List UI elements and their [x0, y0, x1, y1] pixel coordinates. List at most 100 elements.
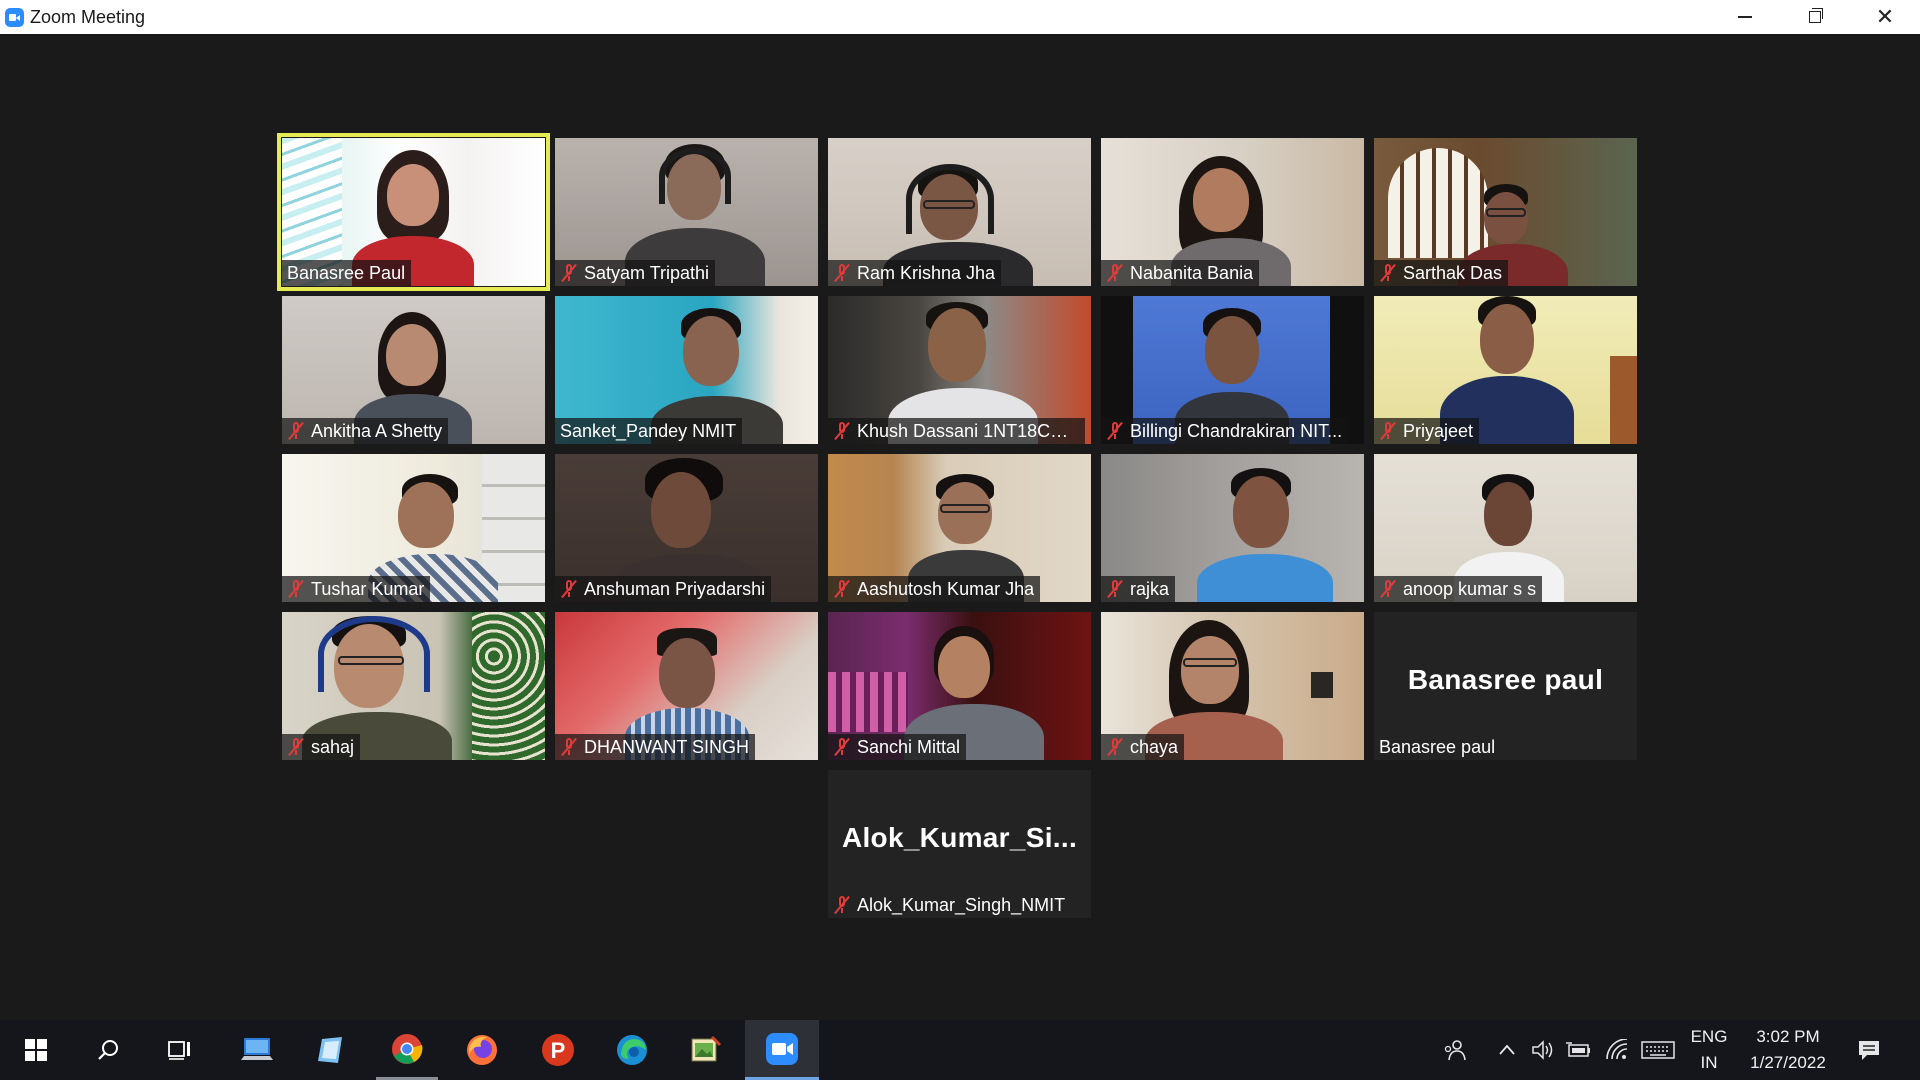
participant-tile[interactable]: Nabanita Bania	[1101, 138, 1364, 286]
participant-name-tag: chaya	[1101, 734, 1185, 760]
participant-tile[interactable]: Khush Dassani 1NT18CS0...	[828, 296, 1091, 444]
gallery-view: Banasree Paul Satyam Tripathi Ram Krishn…	[0, 34, 1920, 1020]
participant-name: Ankitha A Shetty	[311, 420, 443, 441]
language-indicator[interactable]: ENG IN	[1684, 1024, 1734, 1076]
participant-name: Priyajeet	[1403, 420, 1474, 441]
participant-name: DHANWANT SINGH	[584, 736, 750, 757]
participant-name-tag: sahaj	[282, 734, 361, 760]
participant-tile[interactable]: Satyam Tripathi	[555, 138, 818, 286]
this-pc-icon	[241, 1038, 273, 1060]
people-icon	[1444, 1040, 1466, 1061]
participant-name-tag: Sarthak Das	[1374, 260, 1509, 286]
participant-name: Ram Krishna Jha	[857, 262, 996, 283]
participant-name: Banasree paul	[1379, 736, 1496, 757]
mic-muted-icon	[287, 579, 305, 599]
mic-muted-icon	[1106, 737, 1124, 757]
mic-muted-icon	[833, 579, 851, 599]
psiphon-icon: P	[542, 1034, 574, 1066]
participant-tile[interactable]: Banasree paul Banasree paul	[1374, 612, 1637, 760]
svg-text:P: P	[551, 1038, 566, 1063]
touch-keyboard-button[interactable]	[1640, 1038, 1676, 1062]
mic-muted-icon	[1379, 263, 1397, 283]
mic-muted-icon	[560, 579, 578, 599]
close-icon: ✕	[1875, 4, 1895, 29]
participant-name-tag: Priyajeet	[1374, 418, 1480, 444]
participant-tile[interactable]: DHANWANT SINGH	[555, 612, 818, 760]
participant-name: Alok_Kumar_Singh_NMIT	[857, 894, 1066, 915]
participant-tile[interactable]: Sanket_Pandey NMIT	[555, 296, 818, 444]
taskbar-app-notes[interactable]	[300, 1020, 362, 1080]
participant-name: Billingi Chandrakiran NIT...	[1130, 420, 1343, 441]
participant-name: Satyam Tripathi	[584, 262, 710, 283]
show-hidden-icons-button[interactable]	[1494, 1038, 1520, 1062]
minimize-icon	[1738, 16, 1752, 18]
volume-button[interactable]	[1528, 1038, 1558, 1062]
mic-muted-icon	[1379, 579, 1397, 599]
taskbar-app-zoom[interactable]	[745, 1020, 819, 1080]
restore-button[interactable]	[1780, 0, 1850, 34]
chevron-up-icon	[1499, 1044, 1515, 1055]
participant-tile[interactable]: Aashutosh Kumar Jha	[828, 454, 1091, 602]
taskbar: P ENG IN 3:02 PM 1/27/2022	[0, 1020, 1920, 1080]
search-button[interactable]	[77, 1020, 139, 1080]
participant-name-tag: Sanket_Pandey NMIT	[555, 418, 743, 444]
clock[interactable]: 3:02 PM 1/27/2022	[1738, 1024, 1838, 1076]
participant-name-tag: Billingi Chandrakiran NIT...	[1101, 418, 1349, 444]
participant-tile[interactable]: Tushar Kumar	[282, 454, 545, 602]
clock-date: 1/27/2022	[1750, 1053, 1826, 1072]
action-center-button[interactable]	[1854, 1038, 1884, 1062]
participant-name: Banasree Paul	[287, 262, 406, 283]
participant-name-tag: Sanchi Mittal	[828, 734, 967, 760]
participant-display-name: Alok_Kumar_Si...	[841, 822, 1078, 853]
restore-icon	[1809, 8, 1823, 23]
people-button[interactable]	[1440, 1038, 1470, 1062]
mic-muted-icon	[833, 895, 851, 915]
mic-muted-icon	[287, 737, 305, 757]
mic-muted-icon	[1106, 421, 1124, 441]
participant-name-tag: Banasree Paul	[282, 260, 412, 286]
minimize-button[interactable]	[1710, 0, 1780, 34]
taskbar-app-chrome[interactable]	[376, 1020, 438, 1080]
taskbar-app-psiphon[interactable]: P	[527, 1020, 589, 1080]
close-button[interactable]: ✕	[1850, 0, 1920, 34]
participant-tile[interactable]: Alok_Kumar_Si... Alok_Kumar_Singh_NMIT	[828, 770, 1091, 918]
mic-muted-icon	[1106, 263, 1124, 283]
task-view-button[interactable]	[149, 1020, 211, 1080]
mic-muted-icon	[560, 263, 578, 283]
participant-name: sahaj	[311, 736, 355, 757]
start-button[interactable]	[5, 1020, 67, 1080]
participant-name-tag: Satyam Tripathi	[555, 260, 716, 286]
participant-tile[interactable]: chaya	[1101, 612, 1364, 760]
participant-tile[interactable]: Billingi Chandrakiran NIT...	[1101, 296, 1364, 444]
search-icon	[98, 1040, 118, 1060]
edge-icon	[617, 1035, 647, 1065]
participant-tile[interactable]: Sanchi Mittal	[828, 612, 1091, 760]
start-windows-icon	[25, 1039, 47, 1061]
battery-button[interactable]	[1564, 1038, 1594, 1062]
participant-tile[interactable]: Priyajeet	[1374, 296, 1637, 444]
participant-tile[interactable]: Banasree Paul	[277, 133, 550, 291]
title-bar: Zoom Meeting ✕	[0, 0, 1920, 34]
mic-muted-icon	[833, 737, 851, 757]
participant-name-tag: Banasree paul	[1374, 734, 1501, 760]
network-button[interactable]	[1602, 1038, 1632, 1062]
participant-tile[interactable]: Sarthak Das	[1374, 138, 1637, 286]
participant-tile[interactable]: Ram Krishna Jha	[828, 138, 1091, 286]
participant-name: Khush Dassani 1NT18CS0...	[857, 420, 1079, 441]
participant-name-tag: DHANWANT SINGH	[555, 734, 756, 760]
volume-icon	[1532, 1040, 1553, 1060]
taskbar-app-this-pc[interactable]	[226, 1020, 288, 1080]
participant-tile[interactable]: anoop kumar s s	[1374, 454, 1637, 602]
taskbar-app-image-viewer[interactable]	[675, 1020, 737, 1080]
participant-tile[interactable]: Ankitha A Shetty	[282, 296, 545, 444]
participant-tile[interactable]: Anshuman Priyadarshi	[555, 454, 818, 602]
participant-name-tag: Aashutosh Kumar Jha	[828, 576, 1041, 602]
participant-name-tag: Nabanita Bania	[1101, 260, 1260, 286]
participant-name: Sanket_Pandey NMIT	[560, 420, 737, 441]
taskbar-app-firefox[interactable]	[451, 1020, 513, 1080]
participant-tile[interactable]: rajka	[1101, 454, 1364, 602]
participant-tile[interactable]: sahaj	[282, 612, 545, 760]
taskbar-app-edge[interactable]	[601, 1020, 663, 1080]
task-view-icon	[168, 1041, 190, 1060]
image-viewer-icon	[691, 1035, 722, 1062]
